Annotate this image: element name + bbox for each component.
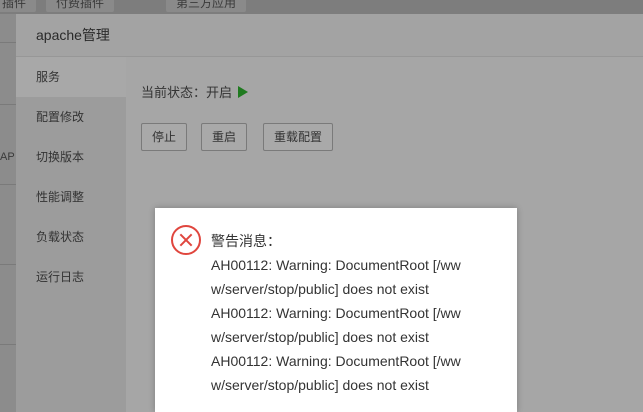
sidebar-item-performance[interactable]: 性能调整 <box>16 177 126 217</box>
warning-message: 警告消息： AH00112: Warning: DocumentRoot [/w… <box>211 229 496 397</box>
service-status: 当前状态：开启 <box>141 82 249 101</box>
divider <box>0 264 16 265</box>
reload-config-button[interactable]: 重载配置 <box>263 123 334 151</box>
background-tab[interactable]: 插件 <box>0 0 37 12</box>
background-text-fragment: AP <box>0 151 15 163</box>
play-icon <box>238 86 249 98</box>
restart-button[interactable]: 重启 <box>201 123 248 151</box>
stop-button[interactable]: 停止 <box>141 123 188 151</box>
warning-line: AH00112: Warning: DocumentRoot [/ww <box>211 353 461 369</box>
warning-dialog: 警告消息： AH00112: Warning: DocumentRoot [/w… <box>155 208 517 412</box>
status-text: 当前状态：开启 <box>141 85 233 100</box>
background-sidebar: AP <box>0 14 16 412</box>
background-tab[interactable]: 第三方应用 <box>166 0 247 12</box>
warning-line: w/server/stop/public] does not exist <box>211 281 429 297</box>
panel-title: apache管理 <box>16 14 643 57</box>
warning-heading: 警告消息： <box>211 233 281 249</box>
sidebar-item-service[interactable]: 服务 <box>16 57 126 97</box>
sidebar-item-logs[interactable]: 运行日志 <box>16 257 126 297</box>
divider <box>0 104 16 105</box>
warning-line: w/server/stop/public] does not exist <box>211 377 429 393</box>
sidebar-item-version[interactable]: 切换版本 <box>16 137 126 177</box>
divider <box>0 344 16 345</box>
panel-sidebar: 服务 配置修改 切换版本 性能调整 负载状态 运行日志 <box>16 57 126 412</box>
warning-line: AH00112: Warning: DocumentRoot [/ww <box>211 257 461 273</box>
error-circle-x-icon <box>171 225 201 255</box>
warning-line: AH00112: Warning: DocumentRoot [/ww <box>211 305 461 321</box>
divider <box>0 42 16 43</box>
background-tab-bar: 插件 付费插件 第三方应用 <box>0 0 643 14</box>
sidebar-item-config[interactable]: 配置修改 <box>16 97 126 137</box>
warning-line: w/server/stop/public] does not exist <box>211 329 429 345</box>
background-tab[interactable]: 付费插件 <box>46 0 115 12</box>
divider <box>0 184 16 185</box>
sidebar-item-load-status[interactable]: 负载状态 <box>16 217 126 257</box>
